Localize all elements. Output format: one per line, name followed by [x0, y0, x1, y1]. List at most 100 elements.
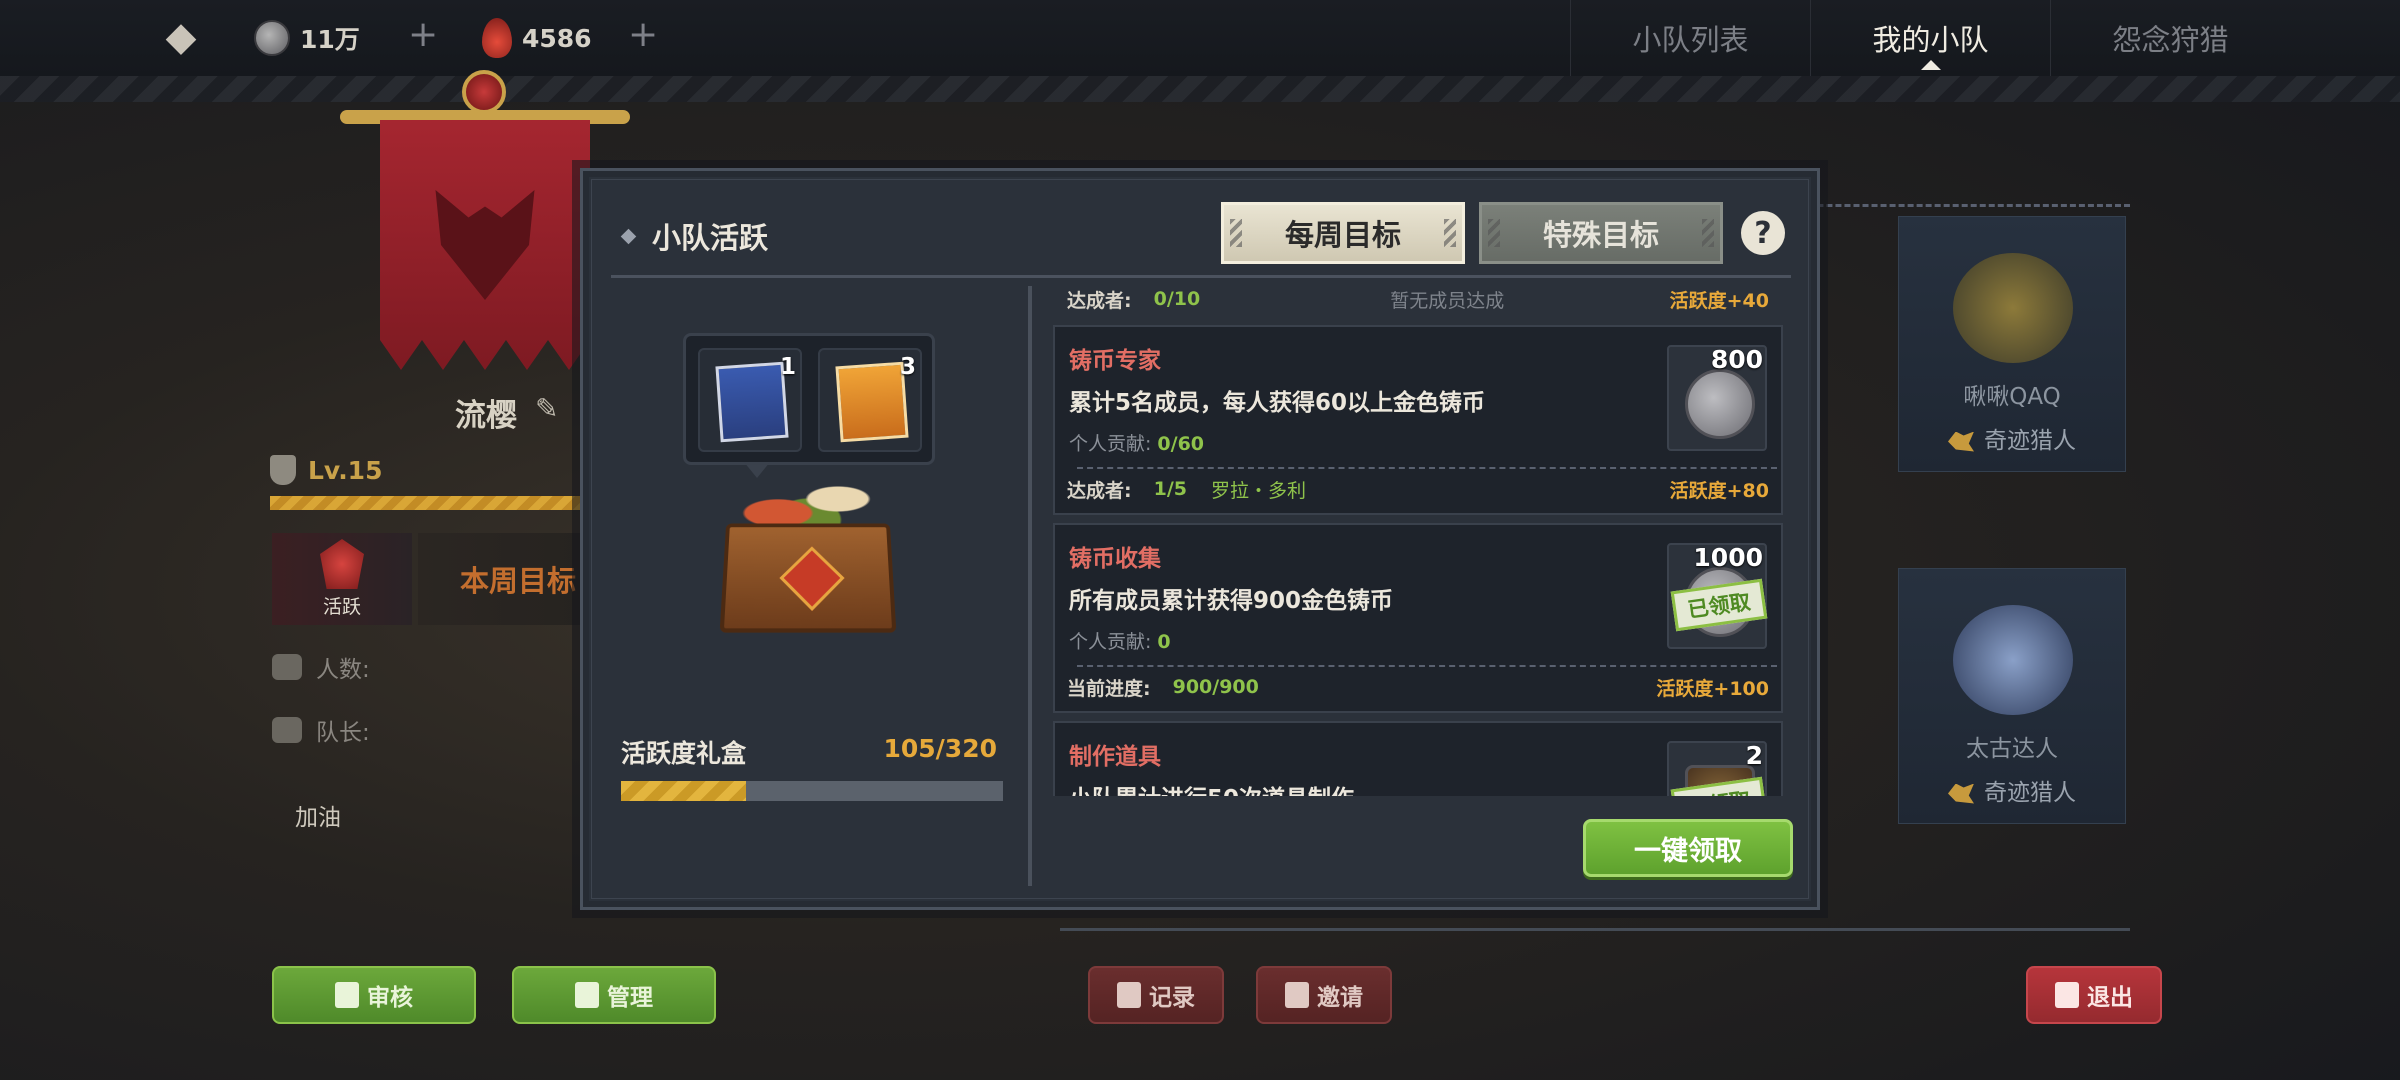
member-role: 奇迹猎人 — [1899, 421, 2125, 455]
review-button-label: 审核 — [367, 985, 413, 1011]
leader-label: 队长: — [316, 720, 370, 746]
fortune-mark-icon — [779, 546, 845, 612]
members-row: 人数: — [272, 650, 370, 684]
blue-scroll-icon — [715, 361, 789, 443]
squad-slogan: 加油 — [295, 805, 341, 831]
task-contribution: 个人贡献: 0 — [1069, 627, 1171, 654]
activity-label: 活跃 — [322, 596, 361, 618]
gold-coin-icon — [1685, 369, 1755, 439]
dashed-separator — [1077, 467, 1777, 469]
member-card[interactable]: 太古达人 奇迹猎人 — [1898, 568, 2126, 824]
member-name: 太古达人 — [1966, 736, 2058, 762]
help-icon[interactable]: ? — [1741, 211, 1785, 255]
task-footer-label: 当前进度: — [1067, 677, 1151, 700]
task-footer-name: 罗拉・多利 — [1211, 479, 1307, 502]
add-silver-coin-button[interactable]: + — [408, 14, 438, 55]
task-contribution-label: 个人贡献: — [1069, 631, 1152, 653]
task-desc: 累计5名成员，每人获得60以上金色铸币 — [1069, 390, 1486, 416]
week-goal-label: 本周目标 — [418, 533, 588, 625]
tab-weekly-goals[interactable]: 每周目标 — [1221, 202, 1465, 264]
members-label: 人数: — [316, 657, 370, 683]
manage-button[interactable]: 管理 — [512, 966, 716, 1024]
member-portrait — [1953, 605, 2073, 715]
silver-coin-value: 11万 — [300, 25, 360, 54]
silver-coin-icon — [254, 20, 290, 56]
invite-icon — [1285, 982, 1309, 1008]
modal-title-text: 小队活跃 — [652, 221, 769, 255]
record-icon — [1117, 982, 1141, 1008]
modal-title: 小队活跃 — [620, 215, 769, 257]
invite-button[interactable]: 邀请 — [1256, 966, 1392, 1024]
leader-icon — [272, 717, 302, 743]
task-reward[interactable]: 2 已领取 — [1667, 741, 1768, 796]
exit-icon — [2055, 982, 2079, 1008]
task-desc: 小队累计进行50次道具制作 — [1069, 779, 1354, 796]
task-contribution-value: 0 — [1157, 631, 1171, 653]
task-reward[interactable]: 800 — [1667, 345, 1767, 451]
task-reward[interactable]: 1000 已领取 — [1667, 543, 1768, 649]
task-contribution: 个人贡献: 0/60 — [1069, 429, 1204, 456]
tab-my-squad[interactable]: 我的小队 — [1810, 0, 2050, 76]
header-divider — [611, 275, 1791, 278]
record-button[interactable]: 记录 — [1088, 966, 1224, 1024]
record-button-label: 记录 — [1149, 985, 1195, 1011]
gift-value: 105/320 — [883, 734, 997, 763]
task-card: 制作道具 小队累计进行50次道具制作 2 已领取 — [1053, 721, 1783, 796]
tab-squad-list[interactable]: 小队列表 — [1570, 0, 1810, 76]
squad-name: 流樱 — [455, 398, 517, 434]
orange-scroll-icon — [835, 361, 909, 443]
level-text: Lv.15 — [308, 455, 383, 485]
task-activity-reward: 活跃度+100 — [1656, 677, 1769, 700]
task-footer: 达成者: 0/10 暂无成员达成 活跃度+40 — [1053, 281, 1783, 317]
user-icon — [575, 982, 599, 1008]
task-footer-value: 1/5 — [1153, 478, 1187, 500]
red-gem-icon — [482, 18, 512, 58]
task-activity-reward: 活跃度+40 — [1669, 289, 1769, 312]
task-activity-reward: 活跃度+80 — [1669, 479, 1769, 502]
task-footer-note: 暂无成员达成 — [1390, 289, 1505, 312]
banner-emblem-icon — [462, 70, 506, 114]
leader-row: 队长: — [272, 713, 370, 747]
tab-special-goals[interactable]: 特殊目标 — [1479, 202, 1723, 264]
reward-item-count: 3 — [899, 354, 916, 380]
member-role: 奇迹猎人 — [1899, 773, 2125, 807]
task-footer: 当前进度: 900/900 活跃度+100 — [1053, 669, 1783, 705]
member-portrait — [1953, 253, 2073, 363]
task-contribution-label: 个人贡献: — [1069, 433, 1152, 455]
gift-progress-bar — [621, 781, 1003, 801]
member-card[interactable]: 啾啾QAQ 奇迹猎人 — [1898, 216, 2126, 472]
squad-level: Lv.15 — [270, 455, 382, 485]
title-diamond-icon — [620, 228, 637, 244]
reward-item-slot[interactable]: 3 — [818, 348, 922, 452]
task-list[interactable]: 达成者: 0/10 暂无成员达成 活跃度+40 铸币专家 累计5名成员，每人获得… — [1045, 281, 1797, 796]
gift-label: 活跃度礼盒 — [621, 739, 747, 768]
task-title: 铸币专家 — [1069, 348, 1161, 374]
add-gem-button[interactable]: + — [628, 14, 658, 55]
gift-reward-preview: 1 3 — [683, 333, 935, 478]
edit-icon[interactable]: ✎ — [535, 392, 565, 425]
reward-item-slot[interactable]: 1 — [698, 348, 802, 452]
task-title: 铸币收集 — [1069, 546, 1161, 572]
claim-all-button[interactable]: 一键领取 — [1583, 819, 1793, 877]
task-reward-value: 1000 — [1693, 543, 1763, 572]
level-progress-bar — [270, 496, 590, 510]
claimed-stamp: 已领取 — [1670, 578, 1768, 632]
gem-currency: 4586 — [482, 16, 592, 60]
gift-box-icon[interactable] — [719, 523, 897, 633]
task-footer: 达成者: 1/5 罗拉・多利 活跃度+80 — [1053, 471, 1783, 507]
task-desc: 所有成员累计获得900金色铸币 — [1069, 588, 1394, 614]
activity-badge[interactable]: 活跃 — [272, 533, 412, 625]
divider — [1060, 928, 2130, 931]
gift-progress-fill — [621, 781, 747, 801]
task-reward-value: 2 — [1745, 741, 1763, 770]
manage-button-label: 管理 — [607, 985, 653, 1011]
review-button[interactable]: 审核 — [272, 966, 476, 1024]
task-footer-label: 达成者: — [1067, 289, 1132, 312]
tab-grudge-hunt[interactable]: 怨念狩猎 — [2050, 0, 2290, 76]
exit-button[interactable]: 退出 — [2026, 966, 2162, 1024]
top-tabs: 小队列表 我的小队 怨念狩猎 — [1570, 0, 2290, 76]
home-logo-icon[interactable]: ◆ — [158, 14, 204, 60]
task-title: 制作道具 — [1069, 744, 1161, 770]
task-footer-value: 0/10 — [1153, 288, 1201, 310]
silver-coin-currency: 11万 — [254, 16, 360, 60]
